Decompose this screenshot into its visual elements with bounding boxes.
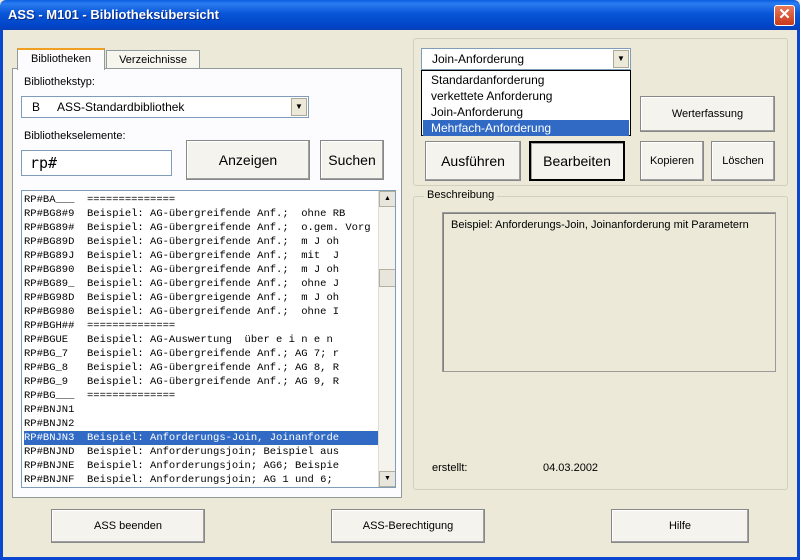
tab-verzeichnisse[interactable]: Verzeichnisse [106, 50, 200, 70]
scroll-thumb[interactable] [379, 269, 395, 287]
copy-button[interactable]: Kopieren [640, 141, 704, 181]
list-item[interactable]: RP#BNJN3 Beispiel: Anforderungs-Join, Jo… [23, 430, 380, 446]
list-item[interactable]: RP#BG89_ Beispiel: AG-übergreifende Anf.… [24, 277, 379, 291]
list-item[interactable]: RP#BNJN1 [24, 403, 379, 417]
window-title: ASS - M101 - Bibliotheksübersicht [8, 7, 219, 22]
list-item[interactable]: RP#BA___ ============== [24, 193, 379, 207]
delete-button[interactable]: Löschen [711, 141, 775, 181]
show-button[interactable]: Anzeigen [186, 140, 310, 180]
scroll-down-icon[interactable]: ▼ [379, 471, 395, 487]
created-label: erstellt: [432, 462, 468, 474]
elements-list[interactable]: RP#BA___ ============== RP#BG8#9 Beispiel… [21, 190, 396, 488]
list-item[interactable]: RP#BNJNE Beispiel: Anforderungsjoin; AG6… [24, 459, 379, 473]
close-icon[interactable]: ✕ [774, 5, 795, 26]
list-item[interactable]: RP#BGH## ============== [24, 319, 379, 333]
dropdown-option[interactable]: Join-Anforderung [423, 104, 629, 120]
list-item[interactable]: RP#BG8#9 Beispiel: AG-übergreifende Anf.… [24, 207, 379, 221]
scroll-up-icon[interactable]: ▲ [379, 191, 395, 207]
edit-button[interactable]: Bearbeiten [529, 141, 625, 181]
dropdown-option[interactable]: verkettete Anforderung [423, 88, 629, 104]
title-bar: ASS - M101 - Bibliotheksübersicht ✕ [0, 0, 800, 30]
list-item[interactable]: RP#BG980 Beispiel: AG-übergreifende Anf.… [24, 305, 379, 319]
execute-button[interactable]: Ausführen [425, 141, 521, 181]
chevron-down-icon[interactable]: ▼ [613, 50, 629, 68]
list-item[interactable]: RP#BG89D Beispiel: AG-übergreifende Anf.… [24, 235, 379, 249]
request-type-value: Join-Anforderung [432, 52, 525, 66]
dropdown-option[interactable]: Mehrfach-Anforderung [423, 120, 629, 136]
help-button[interactable]: Hilfe [611, 509, 749, 543]
chevron-down-icon[interactable]: ▼ [291, 98, 307, 116]
description-title: Beschreibung [424, 189, 498, 201]
list-item[interactable]: RP#BNJND Beispiel: Anforderungsjoin; Bei… [24, 445, 379, 459]
list-item[interactable]: RP#BGUE Beispiel: AG-Auswertung über e i… [24, 333, 379, 347]
elements-label: Bibliothekselemente: [24, 130, 126, 142]
permission-button[interactable]: ASS-Berechtigung [331, 509, 485, 543]
list-item[interactable]: RP#BNJNF Beispiel: Anforderungsjoin; AG … [24, 473, 379, 487]
library-type-code: B [32, 100, 41, 114]
dropdown-option[interactable]: Standardanforderung [423, 72, 629, 88]
description-box: Beispiel: Anforderungs-Join, Joinanforde… [442, 212, 776, 372]
description-text: Beispiel: Anforderungs-Join, Joinanforde… [451, 219, 749, 231]
list-item[interactable]: RP#BG89# Beispiel: AG-übergreifende Anf.… [24, 221, 379, 235]
library-type-label: Bibliothekstyp: [24, 76, 95, 88]
list-item[interactable]: RP#BG89J Beispiel: AG-übergreifende Anf.… [24, 249, 379, 263]
list-scrollbar[interactable]: ▲ ▼ [378, 191, 395, 487]
search-button[interactable]: Suchen [320, 140, 384, 180]
list-item[interactable]: RP#BG_8 Beispiel: AG-übergreifende Anf.;… [24, 361, 379, 375]
request-type-dropdown[interactable]: Standardanforderung verkettete Anforderun… [421, 70, 631, 136]
list-item[interactable]: RP#BG890 Beispiel: AG-übergreifende Anf.… [24, 263, 379, 277]
library-type-value: ASS-Standardbibliothek [57, 100, 185, 114]
list-item[interactable]: RP#BG98D Beispiel: AG-übergreigende Anf.… [24, 291, 379, 305]
value-entry-button[interactable]: Werterfassung [640, 96, 775, 132]
elements-input[interactable]: rp# [21, 150, 172, 176]
tab-bibliotheken[interactable]: Bibliotheken [17, 48, 105, 70]
list-item[interactable]: RP#BG_9 Beispiel: AG-übergreifende Anf.;… [24, 375, 379, 389]
list-item[interactable]: RP#BG_7 Beispiel: AG-übergreifende Anf.;… [24, 347, 379, 361]
request-type-select[interactable]: Join-Anforderung ▼ [421, 48, 631, 70]
library-type-select[interactable]: B ASS-Standardbibliothek ▼ [21, 96, 309, 118]
list-item[interactable]: RP#BG___ ============== [24, 389, 379, 403]
list-item[interactable]: RP#BNJN2 [24, 417, 379, 431]
exit-button[interactable]: ASS beenden [51, 509, 205, 543]
created-value: 04.03.2002 [543, 462, 599, 474]
